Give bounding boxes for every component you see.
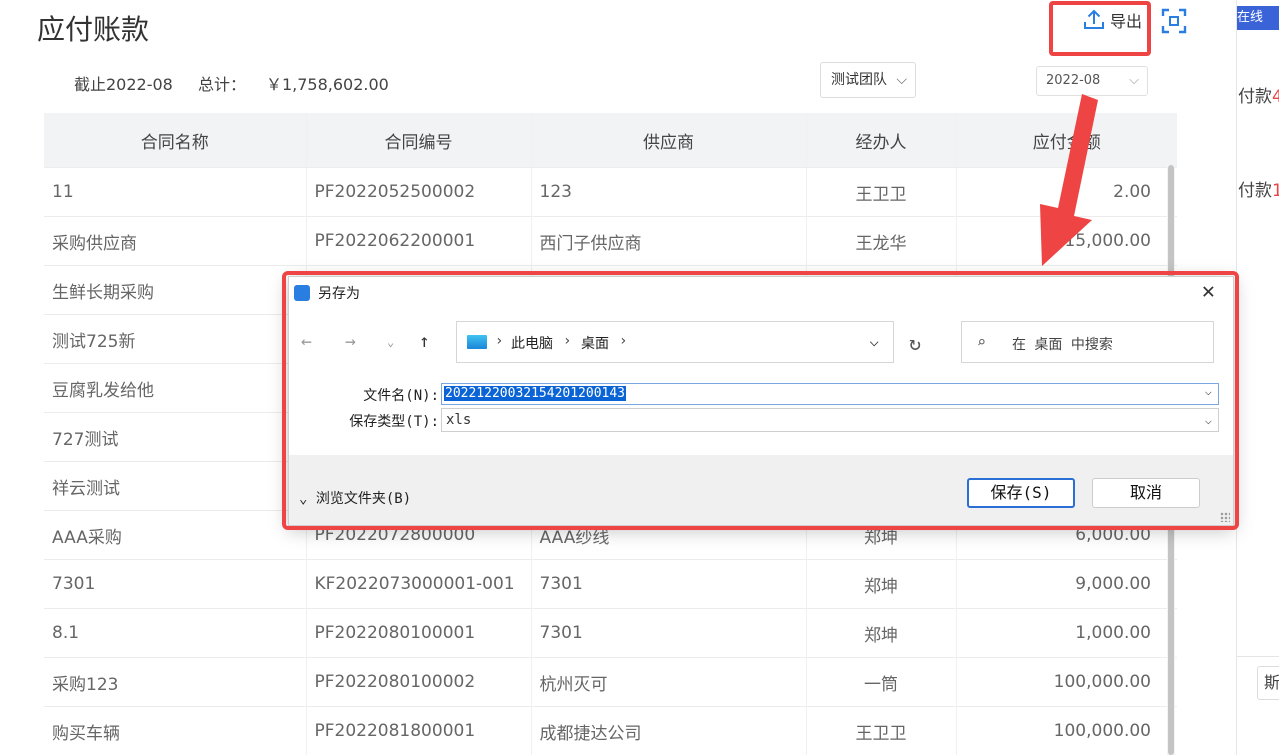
header-handler[interactable]: 经办人 — [805, 113, 956, 168]
cell-contract-name: 采购供应商 — [44, 216, 306, 266]
header-contract-name[interactable]: 合同名称 — [44, 113, 306, 168]
save-button[interactable]: 保存(S) — [967, 478, 1075, 508]
cell-handler: 王龙华 — [805, 216, 956, 266]
cell-contract-name: 11 — [44, 167, 306, 217]
as-of-date: 截止2022-08 — [74, 75, 173, 94]
crumb-separator-icon: › — [495, 333, 504, 349]
cell-supplier: 成都捷达公司 — [530, 706, 806, 755]
cell-amount: 9,000.00 — [955, 559, 1177, 609]
cell-handler: 王卫卫 — [805, 706, 956, 755]
cell-supplier: 7301 — [530, 608, 806, 658]
cell-contract-name: 生鲜长期采购 — [44, 265, 306, 315]
annotation-arrow-icon — [1040, 94, 1098, 266]
cell-handler: 一筒 — [805, 657, 956, 707]
cell-contract-name: 727测试 — [44, 412, 306, 462]
dialog-titlebar: 另存为 ✕ — [289, 277, 1233, 307]
cell-contract-no: PF2022081800001 — [305, 706, 531, 755]
side-button[interactable]: 斯 — [1257, 666, 1279, 700]
cell-contract-name: 7301 — [44, 559, 306, 609]
export-highlight-box — [1049, 1, 1151, 56]
chevron-down-icon: ⌵ — [1129, 73, 1139, 88]
breadcrumb-this-pc[interactable]: 此电脑 — [511, 333, 553, 353]
search-icon: ⌕ — [977, 333, 987, 351]
cell-contract-no: PF2022062200001 — [305, 216, 531, 266]
chevron-down-icon[interactable]: ⌵ — [869, 331, 879, 350]
cell-handler: 郑坤 — [805, 559, 956, 609]
cell-supplier: 西门子供应商 — [530, 216, 806, 266]
online-tab[interactable]: 在线 — [1237, 6, 1279, 30]
save-as-dialog: 另存为 ✕ ← → ⌄ ↑ › 此电脑 › 桌面 › ⌵ ↻ ⌕ 在 桌面 中搜… — [288, 276, 1234, 526]
background-side-panel: 在线 付款4 付款1 斯 — [1236, 0, 1279, 755]
search-placeholder: 在 桌面 中搜索 — [1012, 337, 1113, 353]
resize-grip-icon[interactable] — [1220, 512, 1230, 522]
filetype-select[interactable]: xls ⌵ — [441, 408, 1219, 432]
app-logo-icon — [294, 285, 310, 301]
back-arrow-icon[interactable]: ← — [301, 331, 312, 352]
up-arrow-icon[interactable]: ↑ — [419, 331, 430, 352]
cancel-button[interactable]: 取消 — [1092, 478, 1200, 508]
cell-contract-name: 8.1 — [44, 608, 306, 658]
cell-amount: 100,000.00 — [955, 657, 1177, 707]
breadcrumb-desktop[interactable]: 桌面 — [581, 333, 609, 353]
total-value: ￥1,758,602.00 — [265, 75, 389, 94]
search-box[interactable]: ⌕ 在 桌面 中搜索 — [961, 321, 1214, 363]
browse-folders-toggle[interactable]: ⌄ 浏览文件夹(B) — [299, 488, 411, 508]
cell-supplier: 杭州灭可 — [530, 657, 806, 707]
header-contract-no[interactable]: 合同编号 — [305, 113, 531, 168]
page-title: 应付账款 — [37, 13, 150, 46]
cell-supplier: 123 — [530, 167, 806, 217]
computer-icon — [467, 335, 487, 349]
summary-line: 截止2022-08 总计： ￥1,758,602.00 — [74, 71, 409, 95]
filename-label: 文件名(N): — [363, 388, 439, 404]
cell-contract-name: AAA采购 — [44, 510, 306, 560]
chevron-down-icon: ⌄ — [299, 491, 316, 507]
history-chevron-icon[interactable]: ⌄ — [387, 335, 394, 349]
fullscreen-icon[interactable] — [1161, 8, 1187, 38]
team-select[interactable]: 测试团队 ⌵ — [820, 62, 916, 98]
address-bar[interactable]: › 此电脑 › 桌面 › ⌵ — [456, 321, 894, 363]
chevron-down-icon: ⌵ — [896, 72, 907, 88]
cell-contract-name: 购买车辆 — [44, 706, 306, 755]
table-row[interactable]: 8.1 PF2022080100001 7301 郑坤 1,000.00 — [44, 608, 1177, 658]
crumb-separator-icon: › — [619, 333, 628, 349]
cell-handler: 王卫卫 — [805, 167, 956, 217]
cell-contract-no: PF2022080100001 — [305, 608, 531, 658]
filetype-value: xls — [446, 412, 472, 428]
dialog-title: 另存为 — [318, 286, 360, 302]
chevron-down-icon[interactable]: ⌵ — [1205, 384, 1212, 398]
close-icon[interactable]: ✕ — [1202, 279, 1215, 304]
crumb-separator-icon: › — [563, 333, 572, 349]
filename-value: 20221220032154201200143 — [444, 386, 627, 401]
refresh-icon[interactable]: ↻ — [909, 331, 921, 355]
cell-contract-name: 采购123 — [44, 657, 306, 707]
cell-amount: 100,000.00 — [955, 706, 1177, 755]
table-row[interactable]: 购买车辆 PF2022081800001 成都捷达公司 王卫卫 100,000.00 — [44, 706, 1177, 755]
table-row[interactable]: 采购123 PF2022080100002 杭州灭可 一筒 100,000.00 — [44, 657, 1177, 707]
cell-handler: 郑坤 — [805, 608, 956, 658]
filename-input[interactable]: 20221220032154201200143 ⌵ — [441, 383, 1219, 405]
filetype-label: 保存类型(T): — [349, 414, 439, 430]
cell-supplier: 7301 — [530, 559, 806, 609]
cell-contract-no: PF2022052500002 — [305, 167, 531, 217]
cell-contract-name: 祥云测试 — [44, 461, 306, 511]
cell-contract-no: PF2022080100002 — [305, 657, 531, 707]
side-payable-line-2: 付款1 — [1238, 181, 1279, 201]
cell-contract-name: 测试725新 — [44, 314, 306, 364]
total-label: 总计： — [197, 75, 246, 94]
chevron-down-icon: ⌵ — [1204, 413, 1212, 427]
forward-arrow-icon[interactable]: → — [345, 331, 356, 352]
cell-amount: 1,000.00 — [955, 608, 1177, 658]
table-row[interactable]: 7301 KF2022073000001-001 7301 郑坤 9,000.00 — [44, 559, 1177, 609]
header-supplier[interactable]: 供应商 — [530, 113, 806, 168]
cell-contract-name: 豆腐乳发给他 — [44, 363, 306, 413]
cell-contract-no: KF2022073000001-001 — [305, 559, 531, 609]
side-payable-line-1: 付款4 — [1238, 87, 1279, 107]
side-divider — [1237, 656, 1279, 657]
